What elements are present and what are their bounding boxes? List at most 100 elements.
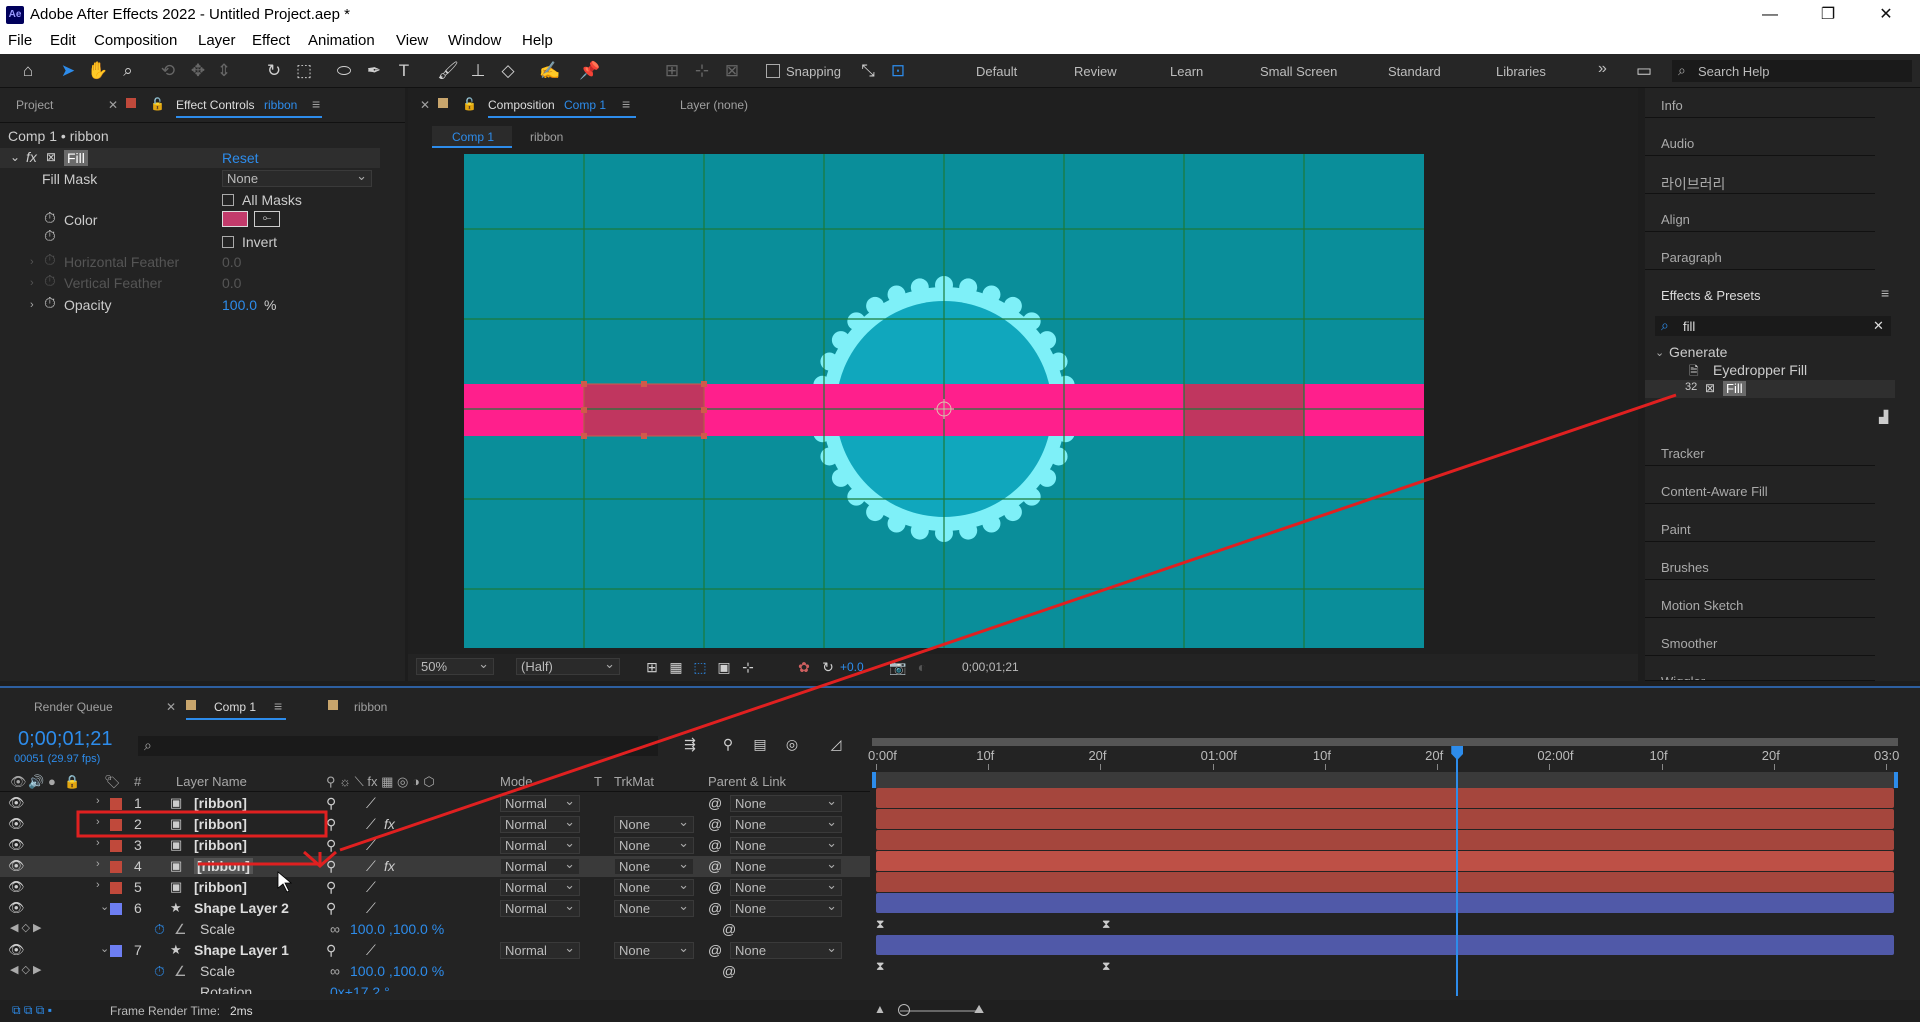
workspace-libraries[interactable]: Libraries xyxy=(1496,64,1546,79)
all-masks-checkbox[interactable] xyxy=(222,194,234,206)
pickwhip-icon[interactable]: @ xyxy=(708,942,722,958)
label-color-swatch[interactable] xyxy=(110,819,122,831)
keyframe-icon[interactable]: ⧗ xyxy=(876,959,884,974)
tab-timeline-comp[interactable]: Comp 1 xyxy=(214,700,256,714)
reset-exposure-icon[interactable]: ↻ xyxy=(816,655,840,679)
effects-menu-icon[interactable]: ≡ xyxy=(1881,285,1889,301)
menu-view[interactable]: View xyxy=(396,32,428,49)
layer-row[interactable]: 👁 › 4 ▣ [ribbon] ⚲ ⟋ fx Normal None @ None xyxy=(0,856,870,877)
mode-dropdown[interactable]: Normal xyxy=(500,814,580,833)
effects-search-field[interactable]: ⌕ fill ✕ xyxy=(1655,316,1891,336)
mode-dropdown[interactable]: Normal xyxy=(500,793,580,812)
collapse-chevron-icon[interactable]: ⌄ xyxy=(1655,346,1664,359)
expand-chevron-icon[interactable]: ⌄ xyxy=(10,150,20,164)
collapse-chevron-icon[interactable]: ⌄ xyxy=(100,942,109,955)
tab-effect-controls-layer[interactable]: ribbon xyxy=(264,98,297,112)
expression-icon[interactable]: @ xyxy=(722,963,736,979)
comp-panel-menu-icon[interactable]: ≡ xyxy=(622,96,630,112)
shy-switch-icon[interactable]: ⚲ xyxy=(326,837,336,854)
panel-audio[interactable]: Audio xyxy=(1645,126,1875,156)
keyframe-icon[interactable]: ⧗ xyxy=(1102,917,1110,932)
rotate-tool-icon[interactable]: ↻ xyxy=(262,59,286,83)
timeline-timecode[interactable]: 0;00;01;21 xyxy=(18,728,113,751)
eraser-tool-icon[interactable]: ◇ xyxy=(496,59,520,83)
pickwhip-icon[interactable]: @ xyxy=(708,879,722,895)
parent-dropdown[interactable]: None xyxy=(730,856,842,875)
audio-switch-icon[interactable]: 🔊 xyxy=(28,774,44,790)
reset-link[interactable]: Reset xyxy=(222,150,259,166)
quality-switch-icon[interactable]: ⟋ xyxy=(366,795,376,812)
layer-row[interactable]: 👁 › 3 ▣ [ribbon] ⚲ ⟋ Normal None @ None xyxy=(0,835,870,856)
show-snapshot-icon[interactable]: ◐ xyxy=(910,655,934,679)
time-ruler[interactable]: 0:00f 10f 20f 01:00f 10f 20f 02:00f 10f 20f 03:0 xyxy=(868,748,1902,770)
label-icon[interactable]: 🏷 xyxy=(104,774,121,790)
visibility-eye-icon[interactable]: 👁 xyxy=(8,942,25,958)
resolution-dropdown[interactable]: (Half) xyxy=(516,656,620,675)
shy-switch-icon[interactable]: ⚲ xyxy=(326,879,336,896)
puppet-pin-icon[interactable]: 📌 xyxy=(578,59,602,83)
home-icon[interactable]: ⌂ xyxy=(16,59,40,83)
stopwatch-icon[interactable]: ⏱ xyxy=(154,921,165,938)
tab-project[interactable]: Project xyxy=(16,98,53,112)
fx-switch-icon[interactable]: fx xyxy=(384,858,395,874)
channel-icon[interactable]: ✿ xyxy=(792,655,816,679)
mode-dropdown[interactable]: Normal xyxy=(500,856,580,875)
layer-name[interactable]: [ribbon] xyxy=(194,858,253,874)
switches-header-icon[interactable]: ⚲ ☼ ⟍ fx ▦ ◎ ◑ ⬡ xyxy=(326,774,435,790)
workspace-default[interactable]: Default xyxy=(976,64,1017,79)
more-workspaces-icon[interactable]: » xyxy=(1598,60,1607,78)
panel-menu-icon[interactable]: ≡ xyxy=(312,96,320,112)
keyframe-nav-icon[interactable]: ◀ ◇ ▶ xyxy=(10,921,42,934)
timeline-menu-icon[interactable]: ≡ xyxy=(274,698,282,714)
label-color-swatch[interactable] xyxy=(110,903,122,915)
tab-effect-controls[interactable]: Effect Controls xyxy=(176,98,254,112)
parent-dropdown[interactable]: None xyxy=(730,793,842,812)
keyframe-icon[interactable]: ⧗ xyxy=(1102,959,1110,974)
shy-switch-icon[interactable]: ⚲ xyxy=(326,942,336,959)
pen-tool-icon[interactable]: ✒ xyxy=(362,59,386,83)
lock-switch-icon[interactable]: 🔒 xyxy=(64,774,80,790)
close-comp-tab-icon[interactable]: ✕ xyxy=(420,98,430,112)
effect-header-row[interactable] xyxy=(0,148,380,168)
comp-lock-icon[interactable]: 🔓 xyxy=(462,97,477,111)
layer-duration-bar[interactable] xyxy=(876,830,1894,850)
layer-name[interactable]: Shape Layer 1 xyxy=(194,942,289,958)
visibility-eye-icon[interactable]: 👁 xyxy=(8,837,25,853)
label-color-swatch[interactable] xyxy=(110,840,122,852)
exposure-value[interactable]: +0.0 xyxy=(840,660,864,674)
vfeather-stopwatch-icon[interactable]: ⏱ xyxy=(44,273,56,290)
zoom-slider-handle[interactable] xyxy=(898,1004,910,1016)
invert-stopwatch-icon[interactable]: ⏱ xyxy=(44,228,56,245)
clear-search-icon[interactable]: ✕ xyxy=(1873,318,1884,334)
visibility-eye-icon[interactable]: 👁 xyxy=(8,858,25,874)
parent-dropdown[interactable]: None xyxy=(730,877,842,896)
workspace-review[interactable]: Review xyxy=(1074,64,1117,79)
layer-duration-bar[interactable] xyxy=(876,851,1894,871)
breadcrumb-layer[interactable]: ribbon xyxy=(530,130,563,144)
panel-paragraph[interactable]: Paragraph xyxy=(1645,240,1875,270)
layer-duration-bar[interactable] xyxy=(876,872,1894,892)
layer-duration-bar[interactable] xyxy=(876,893,1894,913)
workspace-standard[interactable]: Standard xyxy=(1388,64,1441,79)
motion-blur-icon[interactable]: ◎ xyxy=(780,732,804,756)
menu-effect[interactable]: Effect xyxy=(252,32,290,49)
tab-composition-name[interactable]: Comp 1 xyxy=(564,98,606,112)
menu-composition[interactable]: Composition xyxy=(94,32,177,49)
trkmat-dropdown[interactable]: None xyxy=(614,940,694,959)
parent-dropdown[interactable]: None xyxy=(730,940,842,959)
trkmat-dropdown[interactable]: None xyxy=(614,877,694,896)
expand-arrow-icon[interactable]: › xyxy=(96,837,100,849)
trkmat-dropdown[interactable]: None xyxy=(614,898,694,917)
mode-dropdown[interactable]: Normal xyxy=(500,835,580,854)
link-icon[interactable]: ∞ xyxy=(330,963,340,979)
layer-name[interactable]: [ribbon] xyxy=(194,837,247,853)
trkmat-dropdown[interactable]: None xyxy=(614,856,694,875)
ribbon-segment-selected[interactable] xyxy=(584,384,704,436)
layer-duration-bar[interactable] xyxy=(876,788,1894,808)
graph-editor-icon[interactable]: ◿ xyxy=(824,732,848,756)
keyframe-icon[interactable]: ⧗ xyxy=(876,917,884,932)
layer-row[interactable]: 👁 › 1 ▣ [ribbon] ⚲ ⟋ Normal @ None xyxy=(0,793,870,814)
frame-blending-icon[interactable]: ▤ xyxy=(748,732,772,756)
mode-dropdown[interactable]: Normal xyxy=(500,940,580,959)
hfeather-stopwatch-icon[interactable]: ⏱ xyxy=(44,252,56,269)
